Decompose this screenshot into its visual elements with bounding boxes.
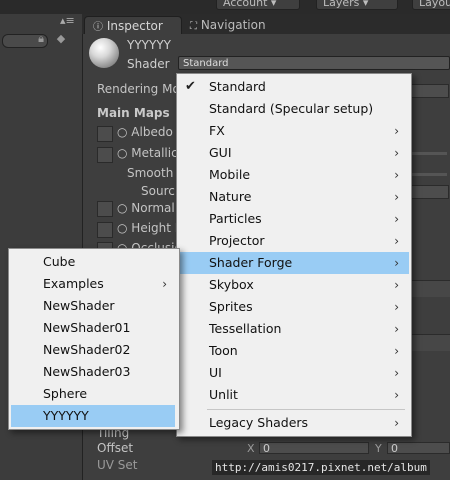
lock-icon[interactable]: 🔒︎ (34, 32, 48, 46)
chevron-right-icon: › (394, 366, 399, 380)
shader-menu-item-legacy-shaders[interactable]: Legacy Shaders › (177, 412, 409, 434)
chevron-right-icon: › (394, 388, 399, 402)
layout-label: Layou (419, 0, 450, 9)
shader-menu-item-particles[interactable]: Particles › (177, 208, 409, 230)
shader-label: Shader (127, 57, 170, 71)
smoothness-slider[interactable] (407, 173, 447, 176)
shader-menu-item-skybox[interactable]: Skybox › (177, 274, 409, 296)
height-map-texture-slot[interactable] (97, 222, 113, 238)
smoothness-label: Smooth (127, 166, 174, 180)
rendering-mode-label: Rendering Mo (97, 82, 180, 96)
albedo-label: ○ Albedo (117, 125, 173, 139)
metallic-slider[interactable] (407, 152, 447, 155)
shader-dropdown[interactable]: Standard (178, 56, 450, 70)
shader-menu-item-gui[interactable]: GUI › (177, 142, 409, 164)
shader-menu-item-nature[interactable]: Nature › (177, 186, 409, 208)
shader-menu-item-toon[interactable]: Toon › (177, 340, 409, 362)
chevron-right-icon: › (394, 344, 399, 358)
layers-label: Layers (323, 0, 360, 9)
menu-separator (207, 409, 405, 410)
submenu-item-cube[interactable]: Cube (9, 251, 177, 273)
checkmark-icon: ✔ (185, 79, 196, 94)
chevron-right-icon: › (394, 168, 399, 182)
shader-dropdown-value: Standard (183, 58, 229, 69)
shader-menu-item-standard[interactable]: ✔ Standard (177, 76, 409, 98)
navigation-icon: ⛶ (190, 21, 197, 32)
chevron-right-icon: › (394, 234, 399, 248)
offset-x-label: X (247, 442, 255, 455)
material-preview-sphere (89, 38, 119, 68)
tag-icon[interactable]: ◆ (54, 32, 68, 46)
albedo-texture-slot[interactable] (97, 126, 113, 142)
submenu-item-newshader[interactable]: NewShader (9, 295, 177, 317)
editor-tab-bar: ⓘ Inspector ⛶ Navigation (82, 14, 450, 35)
normal-map-texture-slot[interactable] (97, 201, 113, 217)
chevron-right-icon: › (394, 278, 399, 292)
layout-dropdown[interactable]: Layou (412, 0, 450, 10)
material-name: YYYYYY (127, 38, 171, 52)
top-toolbar: Account ▾ Layers ▾ Layou (0, 0, 450, 14)
shader-menu-item-sprites[interactable]: Sprites › (177, 296, 409, 318)
metallic-texture-slot[interactable] (97, 147, 113, 163)
shader-forge-submenu: Cube Examples › NewShader NewShader01 New… (8, 248, 180, 430)
uv-set-label: UV Set (97, 458, 138, 472)
chevron-right-icon: › (394, 124, 399, 138)
submenu-item-yyyyyy[interactable]: YYYYYY (11, 405, 175, 427)
chevron-right-icon: › (162, 277, 167, 291)
shader-menu-item-standard-specular[interactable]: Standard (Specular setup) (177, 98, 409, 120)
watermark-url: http://amis0217.pixnet.net/album (212, 460, 430, 475)
offset-label: Offset (97, 441, 134, 455)
submenu-item-sphere[interactable]: Sphere (9, 383, 177, 405)
source-label: Sourc (141, 184, 175, 198)
offset-y-label: Y (375, 442, 382, 455)
offset-y-field[interactable]: 0 (387, 442, 450, 455)
metallic-label: ○ Metallic (117, 146, 178, 160)
chevron-right-icon: › (394, 300, 399, 314)
shader-menu-item-tessellation[interactable]: Tessellation › (177, 318, 409, 340)
shader-menu: ✔ Standard Standard (Specular setup) FX ›… (176, 73, 412, 437)
shader-menu-item-fx[interactable]: FX › (177, 120, 409, 142)
height-map-label: ○ Height M (117, 221, 186, 235)
tab-navigation[interactable]: ⛶ Navigation (182, 16, 288, 34)
tab-inspector-label: Inspector (106, 19, 163, 33)
panel-menu-icon[interactable]: ▴≡ (60, 14, 75, 27)
chevron-right-icon: › (394, 322, 399, 336)
chevron-right-icon: › (394, 416, 399, 430)
account-dropdown[interactable]: Account ▾ (216, 0, 300, 10)
shader-menu-item-mobile[interactable]: Mobile › (177, 164, 409, 186)
shader-menu-item-ui[interactable]: UI › (177, 362, 409, 384)
shader-menu-item-projector[interactable]: Projector › (177, 230, 409, 252)
submenu-item-newshader03[interactable]: NewShader03 (9, 361, 177, 383)
shader-menu-item-unlit[interactable]: Unlit › (177, 384, 409, 406)
info-icon: ⓘ (93, 22, 103, 33)
chevron-right-icon: › (394, 212, 399, 226)
submenu-item-newshader02[interactable]: NewShader02 (9, 339, 177, 361)
chevron-right-icon: › (394, 256, 399, 270)
chevron-right-icon: › (394, 146, 399, 160)
chevron-right-icon: › (394, 190, 399, 204)
main-maps-header: Main Maps (97, 106, 170, 120)
offset-x-field[interactable]: 0 (259, 442, 369, 455)
tab-navigation-label: Navigation (200, 18, 266, 32)
shader-menu-item-shader-forge[interactable]: Shader Forge › (177, 252, 409, 274)
account-label: Account (223, 0, 268, 9)
layers-dropdown[interactable]: Layers ▾ (316, 0, 398, 10)
tab-inspector[interactable]: ⓘ Inspector (84, 16, 182, 35)
submenu-item-examples[interactable]: Examples › (9, 273, 177, 295)
submenu-item-newshader01[interactable]: NewShader01 (9, 317, 177, 339)
